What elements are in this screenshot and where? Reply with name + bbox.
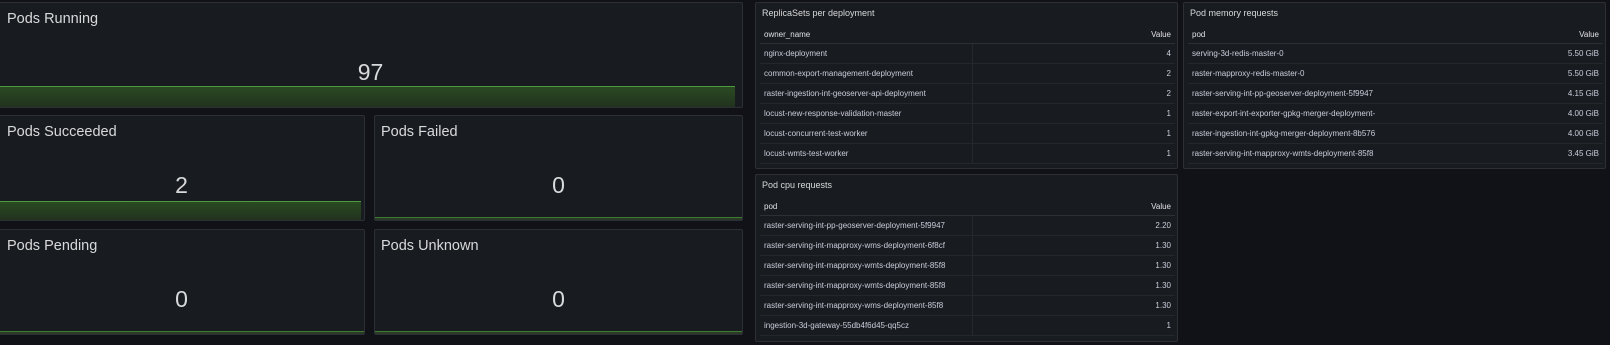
table-header-row: pod Value	[1188, 25, 1603, 44]
cell: 1	[972, 123, 1175, 144]
cell: 1	[972, 103, 1175, 124]
sparkline	[375, 217, 742, 220]
pods-failed-panel[interactable]: Pods Failed 0	[374, 115, 743, 221]
cell: raster-mapproxy-redis-master-0	[1188, 63, 1478, 84]
panel-title: Pods Succeeded	[7, 124, 117, 140]
panel-title: ReplicaSets per deployment	[762, 8, 875, 18]
column-header[interactable]: owner_name	[760, 25, 972, 44]
cell: 1	[972, 143, 1175, 164]
table-row: raster-serving-int-mapproxy-wms-deployme…	[760, 235, 1175, 256]
cell: 4	[972, 43, 1175, 64]
cpu-table: pod Value raster-serving-int-pp-geoserve…	[760, 197, 1175, 336]
empty-dashboard-area	[1183, 171, 1610, 345]
cell: locust-new-response-validation-master	[760, 103, 973, 124]
table-row: locust-concurrent-test-worker 1	[760, 123, 1175, 144]
cell: raster-serving-int-mapproxy-wmts-deploym…	[760, 255, 973, 276]
sparkline	[0, 331, 364, 334]
table-row: raster-serving-int-mapproxy-wmts-deploym…	[1188, 143, 1603, 164]
cell: raster-ingestion-int-geoserver-api-deplo…	[760, 83, 973, 104]
cell: raster-serving-int-mapproxy-wms-deployme…	[760, 295, 973, 316]
cell: 4.15 GiB	[1478, 83, 1603, 104]
cell: 2	[972, 63, 1175, 84]
cell: 1.30	[972, 235, 1175, 256]
table-row: raster-serving-int-mapproxy-wmts-deploym…	[760, 255, 1175, 276]
table-row: raster-mapproxy-redis-master-0 5.50 GiB	[1188, 63, 1603, 84]
table-row: common-export-management-deployment 2	[760, 63, 1175, 84]
cell: common-export-management-deployment	[760, 63, 973, 84]
stat-value: 0	[552, 172, 565, 198]
table-row: nginx-deployment 4	[760, 43, 1175, 64]
replicasets-table: owner_name Value nginx-deployment 4 commo…	[760, 25, 1175, 164]
cell: serving-3d-redis-master-0	[1188, 43, 1478, 64]
stat-value: 2	[175, 172, 188, 198]
panel-title: Pod cpu requests	[762, 180, 833, 190]
table-header-row: owner_name Value	[760, 25, 1175, 44]
column-header[interactable]: Value	[972, 197, 1175, 216]
cell: 2.20	[972, 215, 1175, 236]
cell: raster-serving-int-mapproxy-wms-deployme…	[760, 235, 973, 256]
table-row: raster-serving-int-pp-geoserver-deployme…	[760, 215, 1175, 236]
cell: raster-export-int-exporter-gpkg-merger-d…	[1188, 103, 1478, 124]
sparkline	[0, 86, 735, 107]
column-header[interactable]: Value	[972, 25, 1175, 44]
pods-pending-panel[interactable]: Pods Pending 0	[0, 229, 365, 335]
table-row: raster-serving-int-mapproxy-wmts-deploym…	[760, 275, 1175, 296]
panel-title: Pods Unknown	[381, 238, 479, 254]
table-row: raster-serving-int-pp-geoserver-deployme…	[1188, 83, 1603, 104]
sparkline	[0, 201, 361, 220]
cell: 1.30	[972, 295, 1175, 316]
table-row: raster-ingestion-int-geoserver-api-deplo…	[760, 83, 1175, 104]
table-header-row: pod Value	[760, 197, 1175, 216]
panel-title: Pods Failed	[381, 124, 458, 140]
memory-table: pod Value serving-3d-redis-master-0 5.50 …	[1188, 25, 1603, 164]
cell: 1	[972, 315, 1175, 336]
table-row: raster-ingestion-int-gpkg-merger-deploym…	[1188, 123, 1603, 144]
panel-title: Pod memory requests	[1190, 8, 1279, 18]
cell: 2	[972, 83, 1175, 104]
cell: raster-serving-int-mapproxy-wmts-deploym…	[1188, 143, 1478, 164]
sparkline	[375, 331, 742, 334]
table-row: serving-3d-redis-master-0 5.50 GiB	[1188, 43, 1603, 64]
cell: raster-serving-int-mapproxy-wmts-deploym…	[760, 275, 973, 296]
cell: raster-ingestion-int-gpkg-merger-deploym…	[1188, 123, 1478, 144]
panel-title: Pods Pending	[7, 238, 98, 254]
cell: nginx-deployment	[760, 43, 973, 64]
pod-cpu-requests-panel[interactable]: Pod cpu requests pod Value raster-servin…	[755, 174, 1178, 342]
cell: 4.00 GiB	[1478, 123, 1603, 144]
cell: 5.50 GiB	[1478, 43, 1603, 64]
table-row: locust-new-response-validation-master 1	[760, 103, 1175, 124]
cell: 4.00 GiB	[1478, 103, 1603, 124]
table-row: locust-wmts-test-worker 1	[760, 143, 1175, 164]
replicasets-panel[interactable]: ReplicaSets per deployment owner_name Va…	[755, 2, 1178, 169]
panel-title: Pods Running	[7, 11, 99, 27]
column-header[interactable]: pod	[760, 197, 972, 216]
cell: locust-wmts-test-worker	[760, 143, 973, 164]
cell: raster-serving-int-pp-geoserver-deployme…	[760, 215, 973, 236]
pods-succeeded-panel[interactable]: Pods Succeeded 2	[0, 115, 365, 221]
stat-value: 97	[357, 59, 384, 85]
table-row: ingestion-3d-gateway-55db4f6d45-qq5cz 1	[760, 315, 1175, 336]
column-header[interactable]: Value	[1478, 25, 1603, 44]
table-row: raster-serving-int-mapproxy-wms-deployme…	[760, 295, 1175, 316]
pods-running-panel[interactable]: Pods Running 97	[0, 2, 743, 108]
table-row: raster-export-int-exporter-gpkg-merger-d…	[1188, 103, 1603, 124]
pod-memory-requests-panel[interactable]: Pod memory requests pod Value serving-3d…	[1183, 2, 1606, 169]
cell: locust-concurrent-test-worker	[760, 123, 973, 144]
pods-unknown-panel[interactable]: Pods Unknown 0	[374, 229, 743, 335]
cell: 1.30	[972, 255, 1175, 276]
stat-value: 0	[175, 286, 188, 312]
cell: raster-serving-int-pp-geoserver-deployme…	[1188, 83, 1478, 104]
cell: 1.30	[972, 275, 1175, 296]
cell: ingestion-3d-gateway-55db4f6d45-qq5cz	[760, 315, 973, 336]
stat-value: 0	[552, 286, 565, 312]
cell: 3.45 GiB	[1478, 143, 1603, 164]
column-header[interactable]: pod	[1188, 25, 1478, 44]
cell: 5.50 GiB	[1478, 63, 1603, 84]
